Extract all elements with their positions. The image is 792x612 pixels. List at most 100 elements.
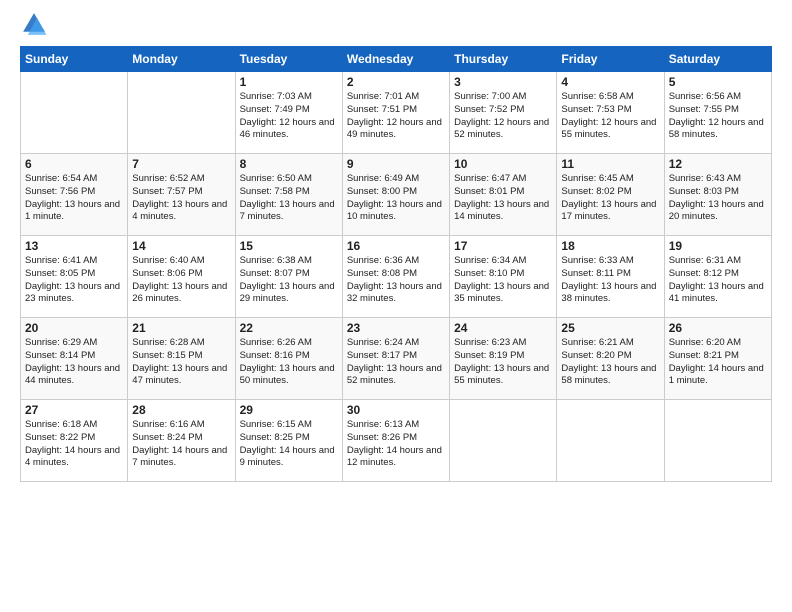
week-row-2: 6 Sunrise: 6:54 AM Sunset: 7:56 PM Daylig… bbox=[21, 154, 772, 236]
day-info: Sunrise: 6:49 AM Sunset: 8:00 PM Dayligh… bbox=[347, 173, 445, 224]
day-number: 12 bbox=[669, 157, 767, 171]
day-cell: 20 Sunrise: 6:29 AM Sunset: 8:14 PM Dayli… bbox=[21, 318, 128, 400]
header-cell-saturday: Saturday bbox=[664, 47, 771, 72]
day-number: 8 bbox=[240, 157, 338, 171]
day-info: Sunrise: 6:20 AM Sunset: 8:21 PM Dayligh… bbox=[669, 337, 767, 388]
day-cell: 27 Sunrise: 6:18 AM Sunset: 8:22 PM Dayli… bbox=[21, 400, 128, 482]
day-number: 13 bbox=[25, 239, 123, 253]
day-number: 28 bbox=[132, 403, 230, 417]
day-info: Sunrise: 6:36 AM Sunset: 8:08 PM Dayligh… bbox=[347, 255, 445, 306]
day-info: Sunrise: 6:50 AM Sunset: 7:58 PM Dayligh… bbox=[240, 173, 338, 224]
header-cell-sunday: Sunday bbox=[21, 47, 128, 72]
day-info: Sunrise: 6:28 AM Sunset: 8:15 PM Dayligh… bbox=[132, 337, 230, 388]
day-cell: 17 Sunrise: 6:34 AM Sunset: 8:10 PM Dayli… bbox=[450, 236, 557, 318]
day-number: 23 bbox=[347, 321, 445, 335]
day-cell: 21 Sunrise: 6:28 AM Sunset: 8:15 PM Dayli… bbox=[128, 318, 235, 400]
day-number: 14 bbox=[132, 239, 230, 253]
day-info: Sunrise: 7:01 AM Sunset: 7:51 PM Dayligh… bbox=[347, 91, 445, 142]
day-cell bbox=[128, 72, 235, 154]
day-number: 30 bbox=[347, 403, 445, 417]
day-info: Sunrise: 6:15 AM Sunset: 8:25 PM Dayligh… bbox=[240, 419, 338, 470]
header-cell-thursday: Thursday bbox=[450, 47, 557, 72]
day-info: Sunrise: 6:52 AM Sunset: 7:57 PM Dayligh… bbox=[132, 173, 230, 224]
day-info: Sunrise: 6:23 AM Sunset: 8:19 PM Dayligh… bbox=[454, 337, 552, 388]
day-info: Sunrise: 6:43 AM Sunset: 8:03 PM Dayligh… bbox=[669, 173, 767, 224]
day-number: 15 bbox=[240, 239, 338, 253]
day-number: 18 bbox=[561, 239, 659, 253]
day-info: Sunrise: 6:21 AM Sunset: 8:20 PM Dayligh… bbox=[561, 337, 659, 388]
day-number: 9 bbox=[347, 157, 445, 171]
day-cell: 24 Sunrise: 6:23 AM Sunset: 8:19 PM Dayli… bbox=[450, 318, 557, 400]
day-info: Sunrise: 7:00 AM Sunset: 7:52 PM Dayligh… bbox=[454, 91, 552, 142]
header-cell-wednesday: Wednesday bbox=[342, 47, 449, 72]
day-cell: 22 Sunrise: 6:26 AM Sunset: 8:16 PM Dayli… bbox=[235, 318, 342, 400]
day-cell: 7 Sunrise: 6:52 AM Sunset: 7:57 PM Daylig… bbox=[128, 154, 235, 236]
day-info: Sunrise: 6:47 AM Sunset: 8:01 PM Dayligh… bbox=[454, 173, 552, 224]
day-number: 11 bbox=[561, 157, 659, 171]
week-row-5: 27 Sunrise: 6:18 AM Sunset: 8:22 PM Dayli… bbox=[21, 400, 772, 482]
day-info: Sunrise: 6:38 AM Sunset: 8:07 PM Dayligh… bbox=[240, 255, 338, 306]
day-number: 7 bbox=[132, 157, 230, 171]
day-info: Sunrise: 6:29 AM Sunset: 8:14 PM Dayligh… bbox=[25, 337, 123, 388]
day-cell: 25Sunrise: 6:21 AM Sunset: 8:20 PM Dayli… bbox=[557, 318, 664, 400]
header-cell-tuesday: Tuesday bbox=[235, 47, 342, 72]
day-cell bbox=[450, 400, 557, 482]
day-number: 17 bbox=[454, 239, 552, 253]
day-cell: 14 Sunrise: 6:40 AM Sunset: 8:06 PM Dayli… bbox=[128, 236, 235, 318]
day-number: 24 bbox=[454, 321, 552, 335]
header-cell-monday: Monday bbox=[128, 47, 235, 72]
day-cell: 2 Sunrise: 7:01 AM Sunset: 7:51 PM Daylig… bbox=[342, 72, 449, 154]
day-info: Sunrise: 7:03 AM Sunset: 7:49 PM Dayligh… bbox=[240, 91, 338, 142]
day-cell: 4 Sunrise: 6:58 AM Sunset: 7:53 PM Daylig… bbox=[557, 72, 664, 154]
day-cell: 18Sunrise: 6:33 AM Sunset: 8:11 PM Dayli… bbox=[557, 236, 664, 318]
day-info: Sunrise: 6:13 AM Sunset: 8:26 PM Dayligh… bbox=[347, 419, 445, 470]
day-info: Sunrise: 6:26 AM Sunset: 8:16 PM Dayligh… bbox=[240, 337, 338, 388]
day-info: Sunrise: 6:31 AM Sunset: 8:12 PM Dayligh… bbox=[669, 255, 767, 306]
day-number: 26 bbox=[669, 321, 767, 335]
logo bbox=[20, 10, 52, 38]
calendar-table: SundayMondayTuesdayWednesdayThursdayFrid… bbox=[20, 46, 772, 482]
day-number: 27 bbox=[25, 403, 123, 417]
day-cell: 19 Sunrise: 6:31 AM Sunset: 8:12 PM Dayli… bbox=[664, 236, 771, 318]
day-number: 5 bbox=[669, 75, 767, 89]
day-cell: 16 Sunrise: 6:36 AM Sunset: 8:08 PM Dayli… bbox=[342, 236, 449, 318]
day-info: Sunrise: 6:40 AM Sunset: 8:06 PM Dayligh… bbox=[132, 255, 230, 306]
day-cell: 3 Sunrise: 7:00 AM Sunset: 7:52 PM Daylig… bbox=[450, 72, 557, 154]
day-cell: 30 Sunrise: 6:13 AM Sunset: 8:26 PM Dayli… bbox=[342, 400, 449, 482]
day-number: 6 bbox=[25, 157, 123, 171]
header bbox=[20, 10, 772, 38]
day-info: Sunrise: 6:16 AM Sunset: 8:24 PM Dayligh… bbox=[132, 419, 230, 470]
header-cell-friday: Friday bbox=[557, 47, 664, 72]
day-cell: 5 Sunrise: 6:56 AM Sunset: 7:55 PM Daylig… bbox=[664, 72, 771, 154]
day-number: 21 bbox=[132, 321, 230, 335]
day-number: 3 bbox=[454, 75, 552, 89]
day-info: Sunrise: 6:41 AM Sunset: 8:05 PM Dayligh… bbox=[25, 255, 123, 306]
day-cell: 9 Sunrise: 6:49 AM Sunset: 8:00 PM Daylig… bbox=[342, 154, 449, 236]
day-number: 2 bbox=[347, 75, 445, 89]
day-info: Sunrise: 6:45 AM Sunset: 8:02 PM Dayligh… bbox=[561, 173, 659, 224]
week-row-4: 20 Sunrise: 6:29 AM Sunset: 8:14 PM Dayli… bbox=[21, 318, 772, 400]
day-cell: 15 Sunrise: 6:38 AM Sunset: 8:07 PM Dayli… bbox=[235, 236, 342, 318]
day-number: 4 bbox=[561, 75, 659, 89]
day-info: Sunrise: 6:54 AM Sunset: 7:56 PM Dayligh… bbox=[25, 173, 123, 224]
day-number: 16 bbox=[347, 239, 445, 253]
day-info: Sunrise: 6:56 AM Sunset: 7:55 PM Dayligh… bbox=[669, 91, 767, 142]
page: SundayMondayTuesdayWednesdayThursdayFrid… bbox=[0, 0, 792, 612]
day-cell: 6 Sunrise: 6:54 AM Sunset: 7:56 PM Daylig… bbox=[21, 154, 128, 236]
day-cell: 12 Sunrise: 6:43 AM Sunset: 8:03 PM Dayli… bbox=[664, 154, 771, 236]
day-cell: 26 Sunrise: 6:20 AM Sunset: 8:21 PM Dayli… bbox=[664, 318, 771, 400]
logo-icon bbox=[20, 10, 48, 38]
day-info: Sunrise: 6:34 AM Sunset: 8:10 PM Dayligh… bbox=[454, 255, 552, 306]
day-cell bbox=[557, 400, 664, 482]
day-cell: 13 Sunrise: 6:41 AM Sunset: 8:05 PM Dayli… bbox=[21, 236, 128, 318]
day-cell: 10Sunrise: 6:47 AM Sunset: 8:01 PM Dayli… bbox=[450, 154, 557, 236]
day-info: Sunrise: 6:24 AM Sunset: 8:17 PM Dayligh… bbox=[347, 337, 445, 388]
day-cell: 11 Sunrise: 6:45 AM Sunset: 8:02 PM Dayli… bbox=[557, 154, 664, 236]
day-info: Sunrise: 6:58 AM Sunset: 7:53 PM Dayligh… bbox=[561, 91, 659, 142]
header-row: SundayMondayTuesdayWednesdayThursdayFrid… bbox=[21, 47, 772, 72]
day-number: 19 bbox=[669, 239, 767, 253]
day-number: 20 bbox=[25, 321, 123, 335]
day-number: 22 bbox=[240, 321, 338, 335]
day-cell: 23 Sunrise: 6:24 AM Sunset: 8:17 PM Dayli… bbox=[342, 318, 449, 400]
day-info: Sunrise: 6:18 AM Sunset: 8:22 PM Dayligh… bbox=[25, 419, 123, 470]
